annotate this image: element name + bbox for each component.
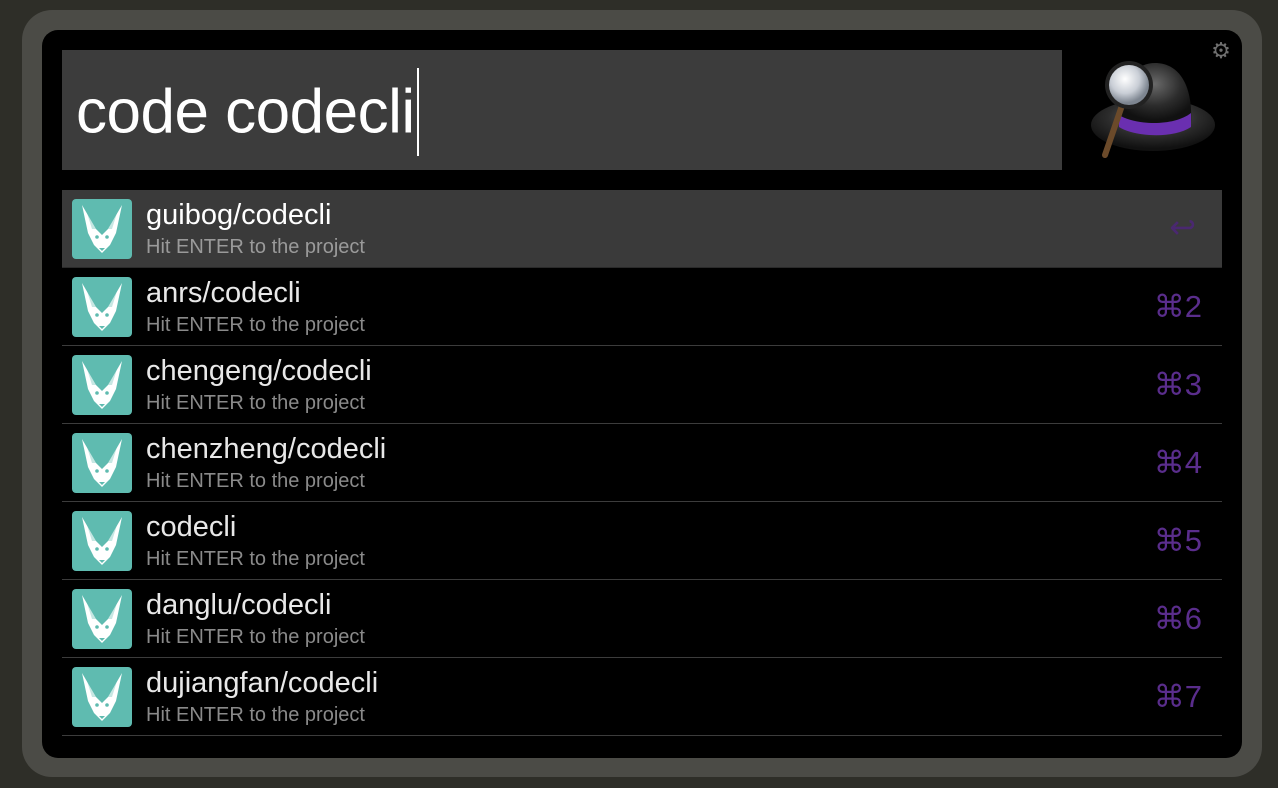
result-title: codecli — [146, 511, 237, 543]
shortcut-label: ⌘2 — [1153, 289, 1202, 324]
result-row[interactable]: anrs/codecli Hit ENTER to the project ⌘2 — [62, 268, 1222, 346]
result-subtitle: Hit ENTER to the project — [146, 236, 365, 258]
results-list: guibog/codecli Hit ENTER to the project ↩ a… — [62, 190, 1222, 736]
result-subtitle: Hit ENTER to the project — [146, 392, 365, 414]
result-row[interactable]: dujiangfan/codecli Hit ENTER to the proje… — [62, 658, 1222, 736]
text-caret — [416, 68, 419, 156]
search-query-text: code codecli — [76, 68, 419, 156]
result-title: anrs/codecli — [146, 277, 301, 309]
shortcut-label: ⌘5 — [1153, 523, 1202, 558]
result-subtitle: Hit ENTER to the project — [146, 704, 365, 726]
result-row[interactable]: chengeng/codecli Hit ENTER to the project… — [62, 346, 1222, 424]
result-title: danglu/codecli — [146, 589, 332, 621]
fox-head-icon — [72, 667, 132, 727]
result-subtitle: Hit ENTER to the project — [146, 626, 365, 648]
fox-head-icon — [72, 199, 132, 259]
result-title: guibog/codecli — [146, 199, 332, 231]
result-row[interactable]: guibog/codecli Hit ENTER to the project ↩ — [62, 190, 1222, 268]
shortcut-label: ⌘4 — [1153, 445, 1202, 480]
result-row[interactable]: codecli Hit ENTER to the project ⌘5 — [62, 502, 1222, 580]
return-arrow-icon: ↩ — [1169, 209, 1196, 245]
result-row[interactable]: danglu/codecli Hit ENTER to the project ⌘6 — [62, 580, 1222, 658]
fox-head-icon — [72, 433, 132, 493]
fox-head-icon — [72, 589, 132, 649]
result-row[interactable]: chenzheng/codecli Hit ENTER to the projec… — [62, 424, 1222, 502]
result-title: chenzheng/codecli — [146, 433, 387, 465]
shortcut-label: ⌘3 — [1153, 367, 1202, 402]
shortcut-label: ⌘6 — [1153, 601, 1202, 636]
result-title: dujiangfan/codecli — [146, 667, 379, 699]
fox-head-icon — [72, 277, 132, 337]
alfred-hat-logo-icon — [1085, 55, 1220, 165]
fox-head-icon — [72, 355, 132, 415]
search-input[interactable]: code codecli — [62, 50, 1062, 170]
shortcut-label: ⌘7 — [1153, 679, 1202, 714]
result-title: chengeng/codecli — [146, 355, 372, 387]
result-subtitle: Hit ENTER to the project — [146, 548, 365, 570]
result-subtitle: Hit ENTER to the project — [146, 470, 365, 492]
fox-head-icon — [72, 511, 132, 571]
result-subtitle: Hit ENTER to the project — [146, 314, 365, 336]
